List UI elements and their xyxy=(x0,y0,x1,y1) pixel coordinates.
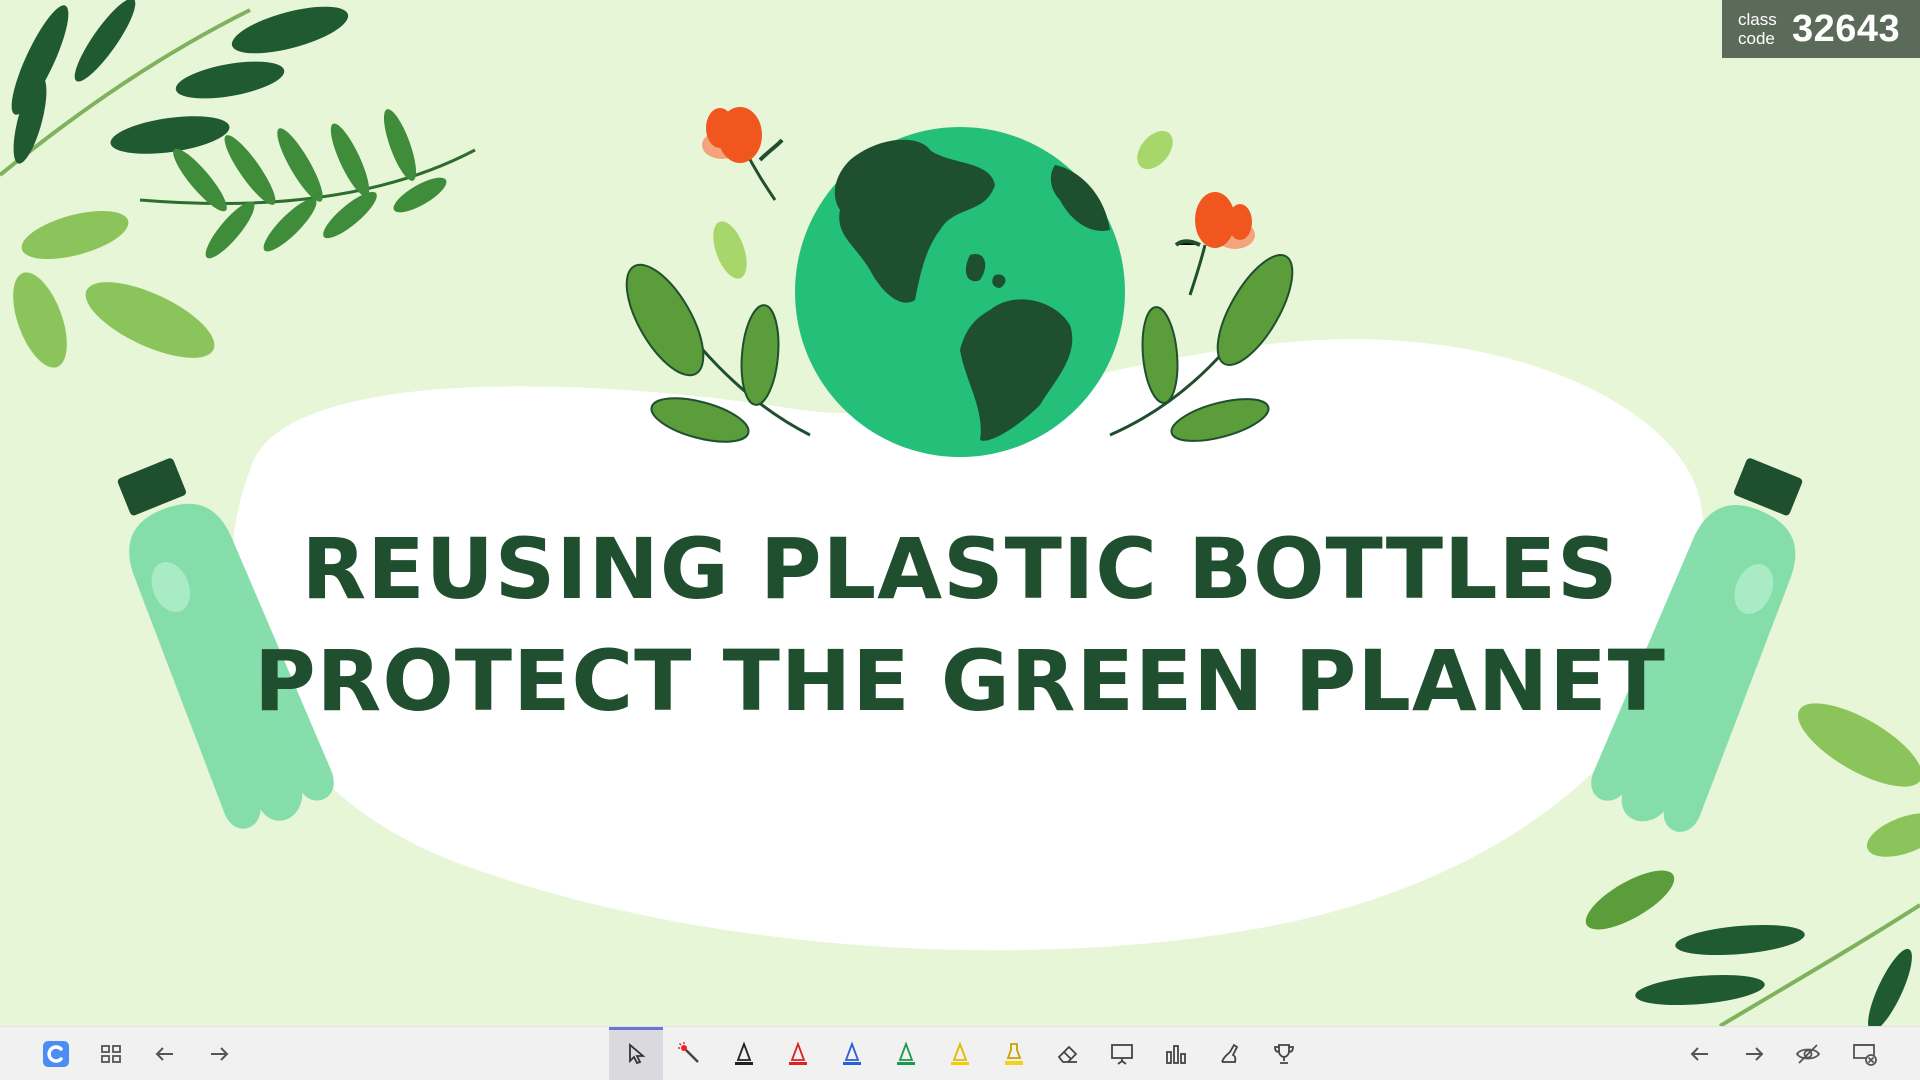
slide-title-line-1: REUSING PLASTIC BOTTLES xyxy=(301,520,1619,618)
pen-red-icon xyxy=(789,1041,807,1065)
previous-slide-button[interactable] xyxy=(1673,1027,1727,1080)
class-code-label: class code xyxy=(1738,10,1788,48)
eraser-icon xyxy=(1057,1045,1078,1063)
next-slide-button[interactable] xyxy=(1727,1027,1781,1080)
laser-pointer-icon xyxy=(678,1042,699,1063)
pen-yellow-icon xyxy=(951,1041,969,1065)
pointer-icon xyxy=(629,1043,646,1065)
left-leaves xyxy=(13,211,215,368)
left-flower xyxy=(702,107,784,201)
trophy-button[interactable] xyxy=(1257,1027,1311,1080)
class-code-label-line-1: class xyxy=(1738,10,1777,29)
presentation-toolbar xyxy=(0,1026,1920,1080)
end-presentation-button[interactable] xyxy=(1838,1027,1892,1080)
slide-title-line-2: PROTECT THE GREEN PLANET xyxy=(254,632,1666,730)
next-slide-icon xyxy=(1746,1047,1764,1061)
class-code-badge: class code 32643 xyxy=(1722,0,1920,58)
redo-button[interactable] xyxy=(192,1027,246,1080)
app-logo-button[interactable] xyxy=(29,1027,83,1080)
class-code-label-line-2: code xyxy=(1738,29,1775,48)
highlighter-button[interactable] xyxy=(987,1027,1041,1080)
pen-black-button[interactable] xyxy=(717,1027,771,1080)
globe xyxy=(795,127,1125,457)
trophy-icon xyxy=(1274,1044,1294,1064)
whiteboard-icon xyxy=(1111,1044,1133,1065)
pen-blue-icon xyxy=(843,1041,861,1065)
eraser-button[interactable] xyxy=(1041,1027,1095,1080)
hand-raise-icon xyxy=(1221,1043,1239,1063)
highlighter-icon xyxy=(1005,1043,1023,1065)
bar-chart-icon xyxy=(1166,1045,1186,1064)
slide-artwork xyxy=(0,0,1920,1026)
previous-slide-icon xyxy=(1690,1047,1708,1061)
end-presentation-icon xyxy=(1853,1044,1877,1066)
app-logo-icon xyxy=(43,1041,69,1067)
pen-blue-button[interactable] xyxy=(825,1027,879,1080)
pen-yellow-button[interactable] xyxy=(933,1027,987,1080)
grid-view-icon xyxy=(101,1045,121,1063)
pen-green-icon xyxy=(897,1041,915,1065)
hide-button[interactable] xyxy=(1781,1027,1835,1080)
laser-pointer-button[interactable] xyxy=(663,1027,717,1080)
right-flower xyxy=(1174,192,1255,296)
arrow-right-icon xyxy=(211,1047,229,1061)
slide-canvas: REUSING PLASTIC BOTTLES PROTECT THE GREE… xyxy=(0,0,1920,1026)
pointer-tool-button[interactable] xyxy=(609,1027,663,1080)
pen-red-button[interactable] xyxy=(771,1027,825,1080)
hide-icon xyxy=(1795,1044,1821,1064)
grid-view-button[interactable] xyxy=(84,1027,138,1080)
class-code-value: 32643 xyxy=(1792,7,1901,50)
hand-raise-button[interactable] xyxy=(1203,1027,1257,1080)
bottom-right-fern xyxy=(1635,903,1920,1026)
arrow-left-icon xyxy=(155,1047,173,1061)
pen-green-button[interactable] xyxy=(879,1027,933,1080)
pen-black-icon xyxy=(735,1041,753,1065)
whiteboard-button[interactable] xyxy=(1095,1027,1149,1080)
undo-button[interactable] xyxy=(138,1027,192,1080)
bar-chart-button[interactable] xyxy=(1149,1027,1203,1080)
